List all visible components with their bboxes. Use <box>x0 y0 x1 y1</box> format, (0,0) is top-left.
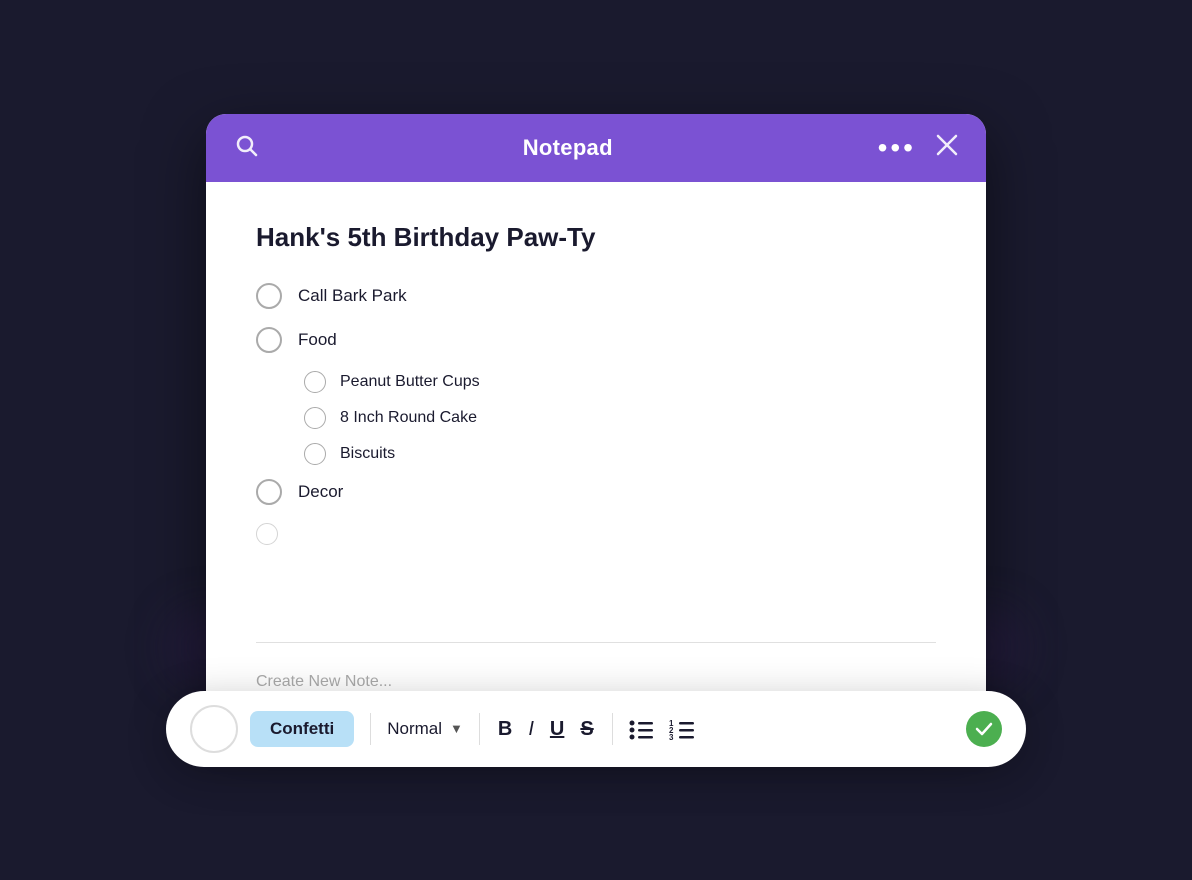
content-divider <box>256 642 936 643</box>
chevron-down-icon: ▼ <box>450 721 463 736</box>
new-note-placeholder[interactable]: Create New Note... <box>256 673 936 691</box>
toolbar-tag-label[interactable]: Confetti <box>250 711 354 747</box>
notepad-content: Hank's 5th Birthday Paw-Ty Call Bark Par… <box>206 182 986 632</box>
item-label-6: Decor <box>298 482 343 502</box>
checkbox-1[interactable] <box>256 283 282 309</box>
item-label-4: 8 Inch Round Cake <box>340 409 477 427</box>
list-item: Call Bark Park <box>256 283 936 309</box>
item-label-1: Call Bark Park <box>298 286 407 306</box>
divider-area <box>206 642 986 643</box>
note-title: Hank's 5th Birthday Paw-Ty <box>256 222 936 253</box>
floating-toolbar: Confetti Normal ▼ B I U S 1 <box>166 691 1026 767</box>
item-label-2: Food <box>298 330 337 350</box>
list-item: 8 Inch Round Cake <box>304 407 936 429</box>
checkbox-5[interactable] <box>304 443 326 465</box>
item-label-3: Peanut Butter Cups <box>340 373 480 391</box>
toolbar-avatar-circle[interactable] <box>190 705 238 753</box>
checkbox-2[interactable] <box>256 327 282 353</box>
notepad-header: Notepad ••• <box>206 114 986 182</box>
underline-button[interactable]: U <box>548 715 566 743</box>
unordered-list-button[interactable] <box>629 718 655 740</box>
checkbox-3[interactable] <box>304 371 326 393</box>
ordered-list-button[interactable]: 1 2 3 <box>669 718 695 740</box>
checkbox-7[interactable] <box>256 523 278 545</box>
list-item: Biscuits <box>304 443 936 465</box>
italic-button[interactable]: I <box>526 715 536 743</box>
more-options-button[interactable]: ••• <box>878 132 916 164</box>
checkbox-4[interactable] <box>304 407 326 429</box>
separator-1 <box>370 713 371 745</box>
search-icon[interactable] <box>234 133 258 163</box>
list-item: Peanut Butter Cups <box>304 371 936 393</box>
checklist: Call Bark Park Food Peanut Butter Cups 8… <box>256 283 936 545</box>
confirm-button[interactable] <box>966 711 1002 747</box>
list-item <box>256 523 936 545</box>
item-label-5: Biscuits <box>340 445 395 463</box>
strikethrough-button[interactable]: S <box>578 715 595 743</box>
separator-2 <box>479 713 480 745</box>
app-title: Notepad <box>523 135 613 161</box>
style-selector[interactable]: Normal ▼ <box>387 719 463 739</box>
style-label: Normal <box>387 719 442 739</box>
checkbox-6[interactable] <box>256 479 282 505</box>
close-button[interactable] <box>936 134 958 162</box>
separator-3 <box>612 713 613 745</box>
bold-button[interactable]: B <box>496 715 514 743</box>
svg-text:3: 3 <box>669 733 674 740</box>
list-item: Food <box>256 327 936 353</box>
app-wrapper: Notepad ••• Hank's 5th Birthday Paw-Ty C… <box>206 114 986 767</box>
list-item: Decor <box>256 479 936 505</box>
notepad-window: Notepad ••• Hank's 5th Birthday Paw-Ty C… <box>206 114 986 721</box>
